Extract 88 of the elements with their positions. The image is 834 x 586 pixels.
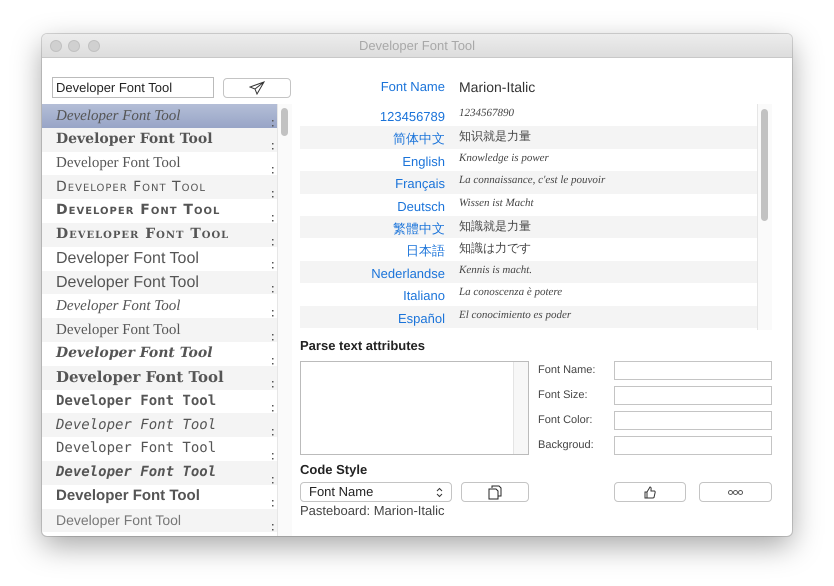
sample-text: El conocimiento es poder [459,308,572,323]
font-list-item[interactable]: Developer Font Tool [42,128,277,152]
sample-text: 知識就是力量 [459,218,531,235]
font-sample-text: Developer Font Tool [56,512,182,528]
font-list-item[interactable]: Developer Font Tool [42,437,277,461]
window-button[interactable] [50,40,62,52]
pasteboard-text: Pasteboard: Marion-Italic [300,503,446,520]
font-list-item[interactable]: Developer Font Tool [42,366,277,390]
sample-text: Kennis is macht. [459,262,532,278]
scrollbar[interactable] [757,104,772,330]
language-label: Français [394,175,446,194]
font-list-item[interactable]: Developer Font Tool [42,413,277,438]
font-sample-text: Developer Font Tool [56,394,216,410]
sample-text: Wissen ist Macht [459,196,534,211]
paper-plane-icon [249,81,265,95]
search-field[interactable]: Developer Font Tool [52,77,214,98]
font-sample-text: Developer Font Tool [56,465,216,481]
chevron-icon [436,486,443,498]
scrollbar[interactable] [277,104,292,536]
language-label: English [401,152,446,171]
font-sample-text: Developer Font Tool [56,274,199,292]
font-list-item[interactable]: Developer Font Tool [42,460,277,485]
font-list-item[interactable]: Developer Font Tool [42,270,277,294]
language-label: Español [397,310,446,328]
thumbs-up-icon [644,486,656,498]
font-sample-text: Developer Font Tool [56,298,180,315]
field-label: Font Color: [538,412,594,428]
font-list-item[interactable]: Developer Font Tool [42,342,277,366]
language-label: Italiano [402,287,446,306]
font-list-item[interactable]: Developer Font Tool [42,318,277,342]
font-sample-text: Developer Font Tool [56,250,199,268]
scroll-thumb[interactable] [281,108,288,136]
more-button[interactable] [699,482,772,502]
font-list-item[interactable]: Developer Font Tool [42,175,277,200]
sample-text: Knowledge is power [459,150,549,166]
section-title: Parse text attributes [300,337,426,355]
font-list-item[interactable]: Developer Font Tool [42,246,277,271]
sample-text: 知識は力です [459,240,531,258]
ellipsis-icon [728,490,743,494]
font-list-item[interactable]: Developer Font Tool [42,390,277,414]
scroll-thumb[interactable] [761,109,768,221]
language-label: 简体中文 [392,130,446,148]
copy-icon [488,484,502,500]
input-field[interactable] [614,360,772,380]
language-label: 繁體中文 [392,220,446,238]
font-list-item[interactable]: Developer Font Tool [42,152,277,176]
language-label: Nederlandse [370,264,446,283]
window-button[interactable] [68,40,80,52]
font-sample-text: Developer Font Tool [56,132,213,148]
font-list-item[interactable]: Developer Font Tool [42,199,277,223]
sample-text: La conoscenza è potere [459,285,562,300]
section-title: Code Style [300,460,368,479]
field-label: Backgroud: [538,438,595,453]
copy-button[interactable] [461,482,529,502]
font-list-item[interactable]: Developer Font Tool [42,294,277,318]
input-field[interactable] [614,410,772,430]
font-list-item[interactable]: Developer Font Tool [42,484,277,509]
font-sample-text: Developer Font Tool [56,180,206,195]
window-button[interactable] [88,40,100,52]
text-area[interactable] [300,360,529,454]
window-title: Developer Font Tool [358,36,476,55]
field-label: Font Name: [538,362,596,378]
font-sample-text: Developer Font Tool [56,441,216,457]
sample-text: La connaissance, c'est le pouvoir [459,173,606,188]
sample-text: 1234567890 [459,106,514,121]
send-button[interactable] [223,78,291,98]
font-list-item[interactable]: Developer Font Tool [42,508,277,532]
font-sample-text: Developer Font Tool [56,227,230,243]
font-sample-text: Developer Font Tool [56,322,180,338]
font-sample-text: Developer Font Tool [56,346,213,362]
language-label: Deutsch [396,198,446,216]
font-sample-text: Developer Font Tool [56,155,180,172]
field-label: Font Size: [538,388,589,403]
language-label: 日本語 [405,242,446,260]
font-sample-text: Developer Font Tool [56,108,180,124]
code-style-select[interactable]: Font Name [300,482,452,502]
input-field[interactable] [614,386,772,404]
font-sample-text: Developer Font Tool [56,203,220,219]
field-label: Font Name [380,78,446,96]
input-field[interactable] [614,436,772,454]
language-label: 123456789 [378,108,446,126]
font-list-item[interactable]: Developer Font Tool [42,222,277,247]
sample-text: 知识就是力量 [459,128,531,146]
font-sample-text: Developer Font Tool [56,488,200,505]
font-sample-text: Developer Font Tool [56,369,224,386]
like-button[interactable] [614,482,686,502]
font-sample-text: Developer Font Tool [56,418,216,433]
font-name-value: Marion-Italic [459,78,536,96]
